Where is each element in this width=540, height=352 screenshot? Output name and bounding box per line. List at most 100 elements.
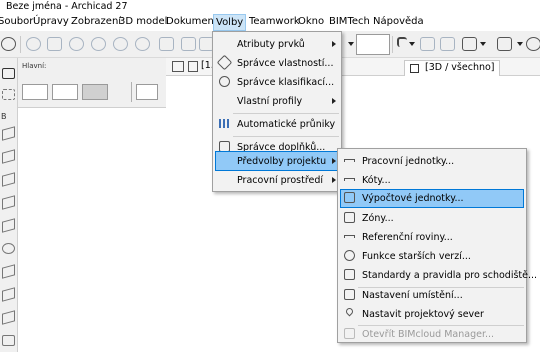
menu-item-otevrit-bimcloud-manager[interactable]: Otevřít BIMcloud Manager...: [340, 325, 524, 344]
menu-item-funkce-starsich-verzi[interactable]: Funkce starších verzí...: [340, 247, 524, 266]
menu-3d-model[interactable]: 3D model: [119, 16, 167, 27]
menu-item-pracovni-prostredi[interactable]: Pracovní prostředí: [215, 171, 339, 190]
stair-rules-icon: [343, 268, 356, 281]
mesh-icon[interactable]: [440, 37, 455, 51]
menu-bimtech[interactable]: BIMTech: [329, 16, 370, 27]
volby-menu: Atributy prvků Správce vlastností... Spr…: [212, 31, 342, 192]
dropdown-arrow-icon[interactable]: [480, 42, 486, 46]
pointer-mode-button[interactable]: [136, 84, 158, 100]
tab-list-icon[interactable]: [188, 61, 198, 72]
selection-method-button[interactable]: [22, 84, 48, 100]
menu-napoveda[interactable]: Nápověda: [373, 16, 424, 27]
user-icon[interactable]: [526, 37, 540, 51]
menu-item-standardy-schodiste[interactable]: Standardy a pravidla pro schodiště...: [340, 266, 537, 285]
submenu-arrow-icon: [332, 158, 336, 164]
classification-manager-icon: [218, 75, 231, 88]
morph-tool-icon[interactable]: [2, 335, 15, 346]
reference-levels-icon: [343, 230, 356, 243]
dropdown-arrow-icon[interactable]: [348, 42, 354, 46]
beam-tool-icon[interactable]: [2, 172, 15, 187]
menu-zobrazeni[interactable]: Zobrazení: [71, 16, 121, 27]
menu-item-referencni-roviny[interactable]: Referenční roviny...: [340, 228, 524, 247]
toolbox: B: [0, 58, 18, 352]
snap-mode-button[interactable]: [356, 34, 390, 55]
menu-bar: Soubor Úpravy Zobrazení 3D model Dokumen…: [0, 14, 540, 31]
grid-icon[interactable]: [397, 37, 407, 47]
selection-icon[interactable]: [497, 37, 512, 51]
menu-item-predvolby-projektu[interactable]: Předvolby projektu: [215, 151, 339, 171]
tab-3d-view[interactable]: [3D / všechno]: [404, 60, 500, 76]
marquee-method-button[interactable]: [52, 84, 78, 100]
tab-3d-label: [3D / všechno]: [425, 62, 495, 73]
sphere-icon[interactable]: [69, 37, 84, 51]
menu-item-atributy-prvku[interactable]: Atributy prvků: [215, 35, 339, 54]
shell-tool-icon[interactable]: [2, 243, 15, 254]
menu-item-vypoctove-jednotky[interactable]: Výpočtové jednotky...: [340, 189, 524, 208]
menu-item-nastaveni-umisteni[interactable]: Nastavení umístění...: [340, 286, 524, 305]
calculation-units-icon: [343, 191, 356, 204]
legacy-icon: [343, 249, 356, 262]
zones-icon: [343, 211, 356, 224]
view-icon[interactable]: [420, 37, 435, 51]
marquee-tool-icon[interactable]: [2, 89, 15, 100]
menu-volby[interactable]: Volby: [213, 14, 247, 31]
project-north-icon: [343, 306, 356, 320]
render-icon[interactable]: [26, 37, 41, 51]
roof-tool-icon[interactable]: [2, 218, 15, 233]
stair-tool-icon[interactable]: [2, 264, 15, 279]
toolbar-separator: [20, 36, 21, 53]
box-icon[interactable]: [47, 37, 62, 51]
arrow-tool-icon[interactable]: [2, 68, 15, 79]
dropdown-arrow-icon[interactable]: [517, 42, 523, 46]
menu-item-automaticke-pruniky[interactable]: Automatické průniky: [215, 115, 339, 134]
menu-item-koty[interactable]: Kóty...: [340, 171, 524, 190]
location-icon: [343, 288, 356, 301]
info-box: Hlavní:: [18, 58, 166, 108]
3d-view-icon: [410, 64, 419, 73]
menu-dokument[interactable]: Dokument: [166, 16, 218, 27]
undo-icon[interactable]: [181, 37, 196, 51]
info-box-label: Hlavní:: [22, 62, 47, 70]
floor-plan-canvas[interactable]: [18, 108, 166, 352]
title-bar: Beze jména - Archicad 27: [0, 0, 540, 14]
dropdown-arrow-icon[interactable]: [409, 42, 415, 46]
wall-tool-icon[interactable]: [2, 126, 15, 141]
layers-icon[interactable]: [159, 37, 174, 51]
dimensions-icon: [343, 173, 356, 186]
menu-upravy[interactable]: Úpravy: [33, 16, 69, 27]
window-title: Beze jména - Archicad 27: [6, 1, 128, 12]
curtain-wall-tool-icon[interactable]: [2, 310, 15, 325]
menu-item-vlastni-profily[interactable]: Vlastní profily: [215, 92, 339, 111]
menu-item-nastavit-projektovy-sever[interactable]: Nastavit projektový sever: [340, 305, 524, 324]
info-box-separator: [131, 82, 132, 102]
working-units-icon: [343, 154, 356, 167]
submenu-arrow-icon: [332, 41, 336, 47]
auto-intersection-icon: [218, 117, 231, 130]
menu-item-zony[interactable]: Zóny...: [340, 209, 524, 228]
predvolby-projektu-submenu: Pracovní jednotky... Kóty... Výpočtové j…: [337, 148, 537, 344]
menu-separator: [233, 113, 339, 114]
menu-separator: [233, 136, 339, 137]
tab-grid-icon[interactable]: [172, 61, 184, 72]
slab-tool-icon[interactable]: [2, 195, 15, 210]
menu-item-pracovni-jednotky[interactable]: Pracovní jednotky...: [340, 152, 524, 171]
sun-icon[interactable]: [135, 37, 150, 51]
camera-icon[interactable]: [91, 37, 106, 51]
menu-item-spravce-vlastnosti[interactable]: Správce vlastností...: [215, 54, 339, 73]
toolbar-separator: [392, 36, 393, 53]
menu-teamwork[interactable]: Teamwork: [249, 16, 300, 27]
rotated-marquee-button[interactable]: [82, 84, 108, 100]
submenu-arrow-icon: [332, 98, 336, 104]
railing-tool-icon[interactable]: [2, 287, 15, 302]
design-group-label: B: [1, 112, 7, 121]
frame-icon[interactable]: [462, 37, 477, 51]
submenu-arrow-icon: [332, 177, 336, 183]
menu-item-spravce-klasifikaci[interactable]: Správce klasifikací...: [215, 73, 339, 92]
menu-okno[interactable]: Okno: [298, 16, 324, 27]
column-tool-icon[interactable]: [2, 149, 15, 164]
bimcloud-icon: [343, 327, 356, 340]
light-icon[interactable]: [113, 37, 128, 51]
property-manager-icon: [216, 54, 233, 71]
teamwork-icon[interactable]: [1, 37, 16, 51]
menu-soubor[interactable]: Soubor: [0, 16, 33, 27]
